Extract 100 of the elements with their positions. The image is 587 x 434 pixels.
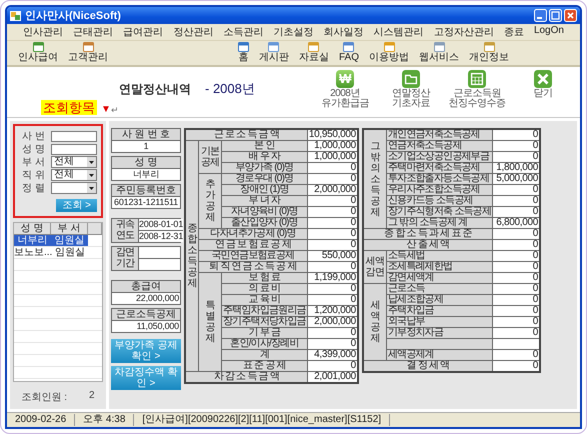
group-label: 기본공제 xyxy=(198,140,222,174)
row-label: 외국납부 xyxy=(386,316,493,328)
count-label: 조회인원 : xyxy=(21,391,67,404)
action-button[interactable]: ₩ 2008년 유가환급금 xyxy=(312,70,378,109)
row-label: 산 출 세 액 xyxy=(362,240,493,250)
close-icon[interactable] xyxy=(564,9,577,22)
annotation-label: 조회항목 xyxy=(41,100,97,115)
toolbar-button[interactable]: 자료실 xyxy=(298,52,329,63)
window-icon xyxy=(343,42,354,52)
won-icon: ₩ xyxy=(336,70,354,88)
column-header: 부 서 xyxy=(51,223,88,234)
toolbar-button[interactable]: FAQ xyxy=(338,52,359,63)
input-field[interactable] xyxy=(51,144,97,154)
group-label: 그밖의소득공제 xyxy=(362,129,386,228)
row-label: 주택차입금 xyxy=(386,306,493,316)
page-title: 연말정산내역 xyxy=(119,81,191,98)
menu-item[interactable]: 근태관리 xyxy=(71,25,116,39)
field-label: 성 명 xyxy=(21,143,46,156)
menu-item[interactable]: 고정자산관리 xyxy=(432,25,496,39)
row-label: 결 정 세 액 xyxy=(362,360,493,372)
year-label: - 2008년 xyxy=(205,80,255,98)
table-cell[interactable]: 너부리 xyxy=(14,235,51,246)
field-value: 너부리 xyxy=(112,169,180,180)
table-cell[interactable]: 임원실 xyxy=(52,247,88,258)
row-label: 투자조합출자등소득공제 xyxy=(386,174,493,184)
row-label: 개인연금저축소득공제 xyxy=(386,129,493,140)
status-text: 오후 4:38 xyxy=(75,414,134,426)
field-label: 직 위 xyxy=(21,169,46,182)
menu-item[interactable]: 기초설정 xyxy=(271,25,316,39)
table-cell[interactable]: 보노보... xyxy=(14,247,52,258)
group-label: 특별공제 xyxy=(198,272,222,372)
action-button[interactable]: 연말정산 기초자료 xyxy=(378,70,444,109)
row-label: 퇴 직 연 금 소 득 공 제 xyxy=(198,262,308,272)
row-label: 주택임차입금원리금 xyxy=(222,306,308,316)
app-icon xyxy=(10,10,21,20)
action-button[interactable]: 닫기 xyxy=(510,70,576,109)
window-icon xyxy=(32,42,44,52)
menu-item[interactable]: LogOn xyxy=(532,25,566,39)
window-title: 인사만사(NiceSoft) xyxy=(25,9,122,23)
field-label: 감면기간 xyxy=(112,247,139,270)
row-label: 납세조합공제 xyxy=(386,294,493,306)
menu-item[interactable]: 급여관리 xyxy=(121,25,166,39)
row-label: 장기주택저당차입금 xyxy=(222,316,308,328)
menu-item[interactable]: 정산관리 xyxy=(171,25,216,39)
dropdown[interactable]: 전체 xyxy=(51,156,97,168)
status-text: [인사급여][20090226][2][11][001][nice_master][S1152] xyxy=(134,414,390,426)
row-label: 계 xyxy=(222,350,308,360)
return-mark: ↵ xyxy=(110,105,119,115)
dropdown[interactable] xyxy=(51,182,97,194)
minimize-icon[interactable] xyxy=(534,9,547,22)
window-icon xyxy=(308,42,320,52)
field-label: 성 명 xyxy=(112,157,180,169)
toolbar-button[interactable]: 고객관리 xyxy=(68,52,108,63)
row-label: 조세특례제한법 xyxy=(386,262,493,272)
row-label: 다자녀추가공제 (0)명 xyxy=(198,228,308,240)
blank-cell xyxy=(139,247,180,258)
toolbar-button[interactable]: 웹서비스 xyxy=(419,52,459,63)
date-value: 2008-12-31 xyxy=(139,230,184,242)
row-label: 신용카드등 소득공제 xyxy=(386,196,493,206)
menu-item[interactable]: 소득관리 xyxy=(221,25,266,39)
window-icon xyxy=(82,42,94,52)
toolbar-button[interactable]: 인사급여 xyxy=(18,52,58,63)
row-label: 경로우대 (0)명 xyxy=(222,174,308,184)
action-button[interactable]: 근로소득원 천징수영수증 xyxy=(444,70,510,109)
field-value: 601231-1211511 xyxy=(112,197,180,208)
field-label: 주민등록번호 xyxy=(112,185,180,197)
menu-item[interactable]: 회사일정 xyxy=(322,25,366,39)
table-cell[interactable]: 임원실 xyxy=(51,235,88,246)
menu-item[interactable]: 시스템관리 xyxy=(372,25,426,39)
toolbar-button[interactable]: 이용방법 xyxy=(369,52,409,63)
window-icon xyxy=(268,42,280,52)
field-value: 1 xyxy=(112,141,180,152)
toolbar-button[interactable]: 게시판 xyxy=(258,52,289,63)
row-label: 의 료 비 xyxy=(222,284,308,294)
row-label: 기 부 금 xyxy=(222,328,308,338)
input-field[interactable] xyxy=(51,130,97,142)
field-value: 11,050,000 xyxy=(112,321,180,332)
column-header: 성 명 xyxy=(14,223,51,234)
dropdown[interactable]: 전체 xyxy=(51,169,97,181)
window-icon xyxy=(484,42,494,52)
row-label: 소득세법 xyxy=(386,250,493,262)
field-label: 사 원 번 호 xyxy=(112,129,180,141)
row-value: 2,001,000 xyxy=(307,372,358,383)
row-label: 부 녀 자 xyxy=(222,196,308,206)
close-icon xyxy=(534,70,552,88)
toolbar-button[interactable]: 홈 xyxy=(238,52,248,63)
status-text: 2009-02-26 xyxy=(7,414,76,426)
row-value: 10,950,000 xyxy=(307,129,358,140)
row-label: 주택마련저축소득공제 xyxy=(386,162,493,174)
window-icon xyxy=(238,42,249,52)
field-label: 사 번 xyxy=(21,130,46,143)
row-label: 장기주식형저축 소득공제 xyxy=(386,206,493,218)
row-label: 국민연금보험료공제 xyxy=(198,250,308,262)
toolbar-button[interactable]: 개인정보 xyxy=(469,52,509,63)
row-label: 장애인 (1)명 xyxy=(222,184,308,196)
row-label: 부양가족 (0)명 xyxy=(222,162,308,174)
menu-item[interactable]: 종료 xyxy=(502,25,526,39)
maximize-icon[interactable] xyxy=(549,9,562,22)
menu-item[interactable]: 인사관리 xyxy=(21,25,65,39)
row-value: 0 xyxy=(492,360,540,372)
